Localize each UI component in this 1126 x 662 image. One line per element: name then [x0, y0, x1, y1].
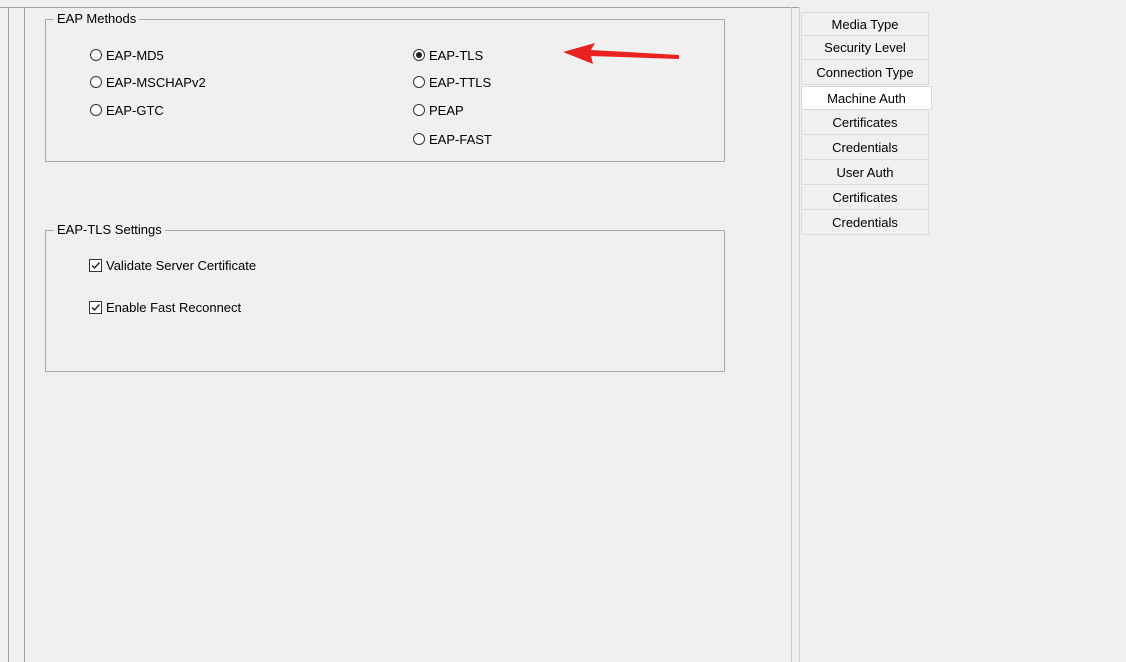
radio-label: EAP-TLS [429, 47, 484, 63]
radio-circle[interactable] [413, 104, 425, 116]
checkbox-box[interactable] [89, 300, 102, 314]
checkmark-icon [91, 303, 101, 311]
radio-eap-ttls[interactable]: EAP-TTLS [413, 73, 491, 91]
tab-security-level[interactable]: Security Level [801, 36, 929, 60]
tab-machine-certificates[interactable]: Certificates [801, 111, 929, 135]
radio-circle[interactable] [413, 133, 425, 145]
radio-circle[interactable] [90, 76, 102, 88]
checkbox-label: Validate Server Certificate [106, 257, 257, 273]
radio-eap-tls[interactable]: EAP-TLS [413, 46, 483, 64]
red-arrow-icon [563, 43, 679, 64]
radio-label: EAP-MSCHAPv2 [106, 74, 206, 90]
checkbox-label: Enable Fast Reconnect [106, 299, 242, 315]
radio-label: EAP-TTLS [429, 74, 492, 90]
radio-label: EAP-MD5 [106, 47, 164, 63]
tab-machine-auth[interactable]: Machine Auth [801, 86, 932, 110]
left-gutter [9, 8, 24, 662]
radio-label: EAP-FAST [429, 131, 492, 147]
radio-label: PEAP [429, 102, 464, 118]
content-divider [791, 7, 792, 662]
radio-peap[interactable]: PEAP [413, 101, 464, 119]
checkbox-box[interactable] [89, 258, 102, 272]
eap-methods-legend: EAP Methods [54, 11, 140, 27]
tab-machine-credentials[interactable]: Credentials [801, 136, 929, 160]
left-inner-border [24, 7, 25, 662]
tab-user-auth[interactable]: User Auth [801, 161, 929, 185]
eap-tls-settings-legend: EAP-TLS Settings [54, 222, 165, 238]
tab-user-certificates[interactable]: Certificates [801, 186, 929, 210]
radio-label: EAP-GTC [106, 102, 164, 118]
validate-server-certificate-checkbox[interactable]: Validate Server Certificate [89, 256, 256, 274]
tab-media-type[interactable]: Media Type [801, 12, 929, 36]
radio-eap-gtc[interactable]: EAP-GTC [90, 101, 164, 119]
radio-circle[interactable] [413, 76, 425, 88]
tab-user-credentials[interactable]: Credentials [801, 211, 929, 235]
radio-circle[interactable] [90, 49, 102, 61]
radio-eap-fast[interactable]: EAP-FAST [413, 130, 492, 148]
radio-eap-mschapv2[interactable]: EAP-MSCHAPv2 [90, 73, 206, 91]
radio-circle-selected[interactable] [413, 49, 425, 61]
enable-fast-reconnect-checkbox[interactable]: Enable Fast Reconnect [89, 298, 241, 316]
radio-circle[interactable] [90, 104, 102, 116]
dialog-frame: EAP Methods EAP-MD5 EAP-MSCHAPv2 EAP-GTC… [0, 0, 1126, 662]
radio-eap-md5[interactable]: EAP-MD5 [90, 46, 164, 64]
checkmark-icon [91, 261, 101, 269]
tab-connection-type[interactable]: Connection Type [801, 61, 929, 85]
